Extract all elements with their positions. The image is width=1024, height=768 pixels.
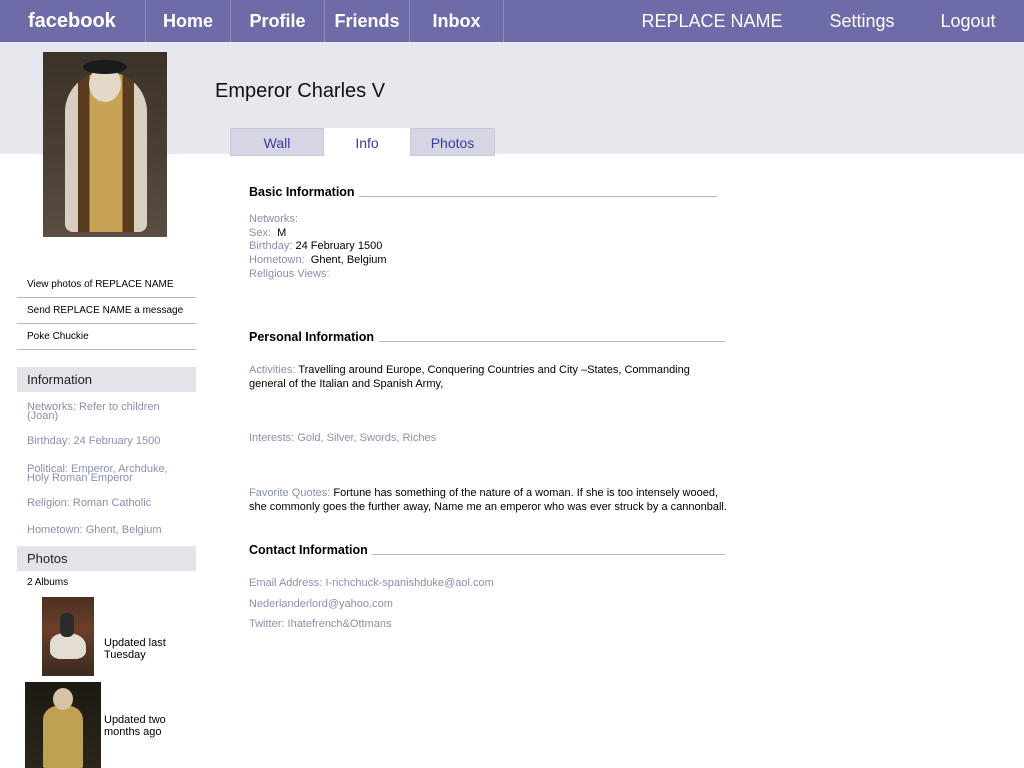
sidebar-religion-value: Roman Catholic	[72, 497, 152, 509]
sidebar-religion: Religion: Roman Catholic	[27, 497, 187, 509]
section-divider	[372, 554, 725, 555]
send-message-link[interactable]: Send REPLACE NAME a message	[17, 298, 196, 324]
hometown-value: Ghent, Belgium	[310, 254, 387, 266]
profile-picture[interactable]	[43, 52, 167, 237]
hometown-label: Hometown:	[249, 254, 305, 266]
nav-home[interactable]: Home	[146, 0, 230, 42]
poke-link[interactable]: Poke Chuckie	[17, 324, 196, 350]
religious-views-row: Religious Views:	[249, 268, 330, 282]
sidebar-political: Political: Emperor, Archduke, Holy Roman…	[27, 464, 187, 484]
nav-logout[interactable]: Logout	[928, 0, 1008, 42]
email-value[interactable]: I-richchuck-spanishduke@aol.com	[325, 577, 493, 589]
thumbnail-figure	[43, 706, 83, 768]
sidebar-birthday: Birthday: 24 February 1500	[27, 435, 187, 447]
email-label: Email Address:	[249, 577, 323, 589]
top-navigation-bar: facebook Home Profile Friends Inbox REPL…	[0, 0, 1024, 42]
interests-label: Interests:	[249, 432, 295, 444]
tab-info[interactable]: Info	[324, 128, 410, 156]
sidebar-religion-label: Religion:	[27, 497, 70, 509]
twitter-value[interactable]: Ihatefrench&Ottmans	[288, 618, 392, 630]
email2-value[interactable]: Nederlanderlord@yahoo.com	[249, 598, 393, 610]
section-divider	[359, 196, 717, 197]
sex-label: Sex:	[249, 227, 272, 239]
contact-information-title: Contact Information	[249, 543, 368, 557]
nav-user-name[interactable]: REPLACE NAME	[632, 0, 792, 42]
thumbnail-head	[53, 688, 73, 710]
album-caption: Updated last Tuesday	[104, 637, 166, 661]
nav-profile[interactable]: Profile	[231, 0, 324, 42]
sex-row: Sex: M	[249, 227, 286, 241]
sidebar-birthday-label: Birthday:	[27, 435, 71, 447]
favorite-quotes-label: Favorite Quotes:	[249, 487, 331, 499]
albums-count[interactable]: 2 Albums	[27, 577, 68, 588]
sidebar-hometown-value: Ghent, Belgium	[85, 524, 162, 536]
activities-label: Activities:	[249, 364, 296, 376]
sidebar-birthday-value: 24 February 1500	[73, 435, 161, 447]
sidebar-hometown: Hometown: Ghent, Belgium	[27, 524, 187, 536]
album-thumbnail[interactable]	[42, 597, 94, 676]
interests-value: Gold, Silver, Swords, Riches	[297, 432, 437, 444]
section-divider	[379, 341, 725, 342]
twitter-label: Twitter:	[249, 618, 285, 630]
nav-divider	[503, 0, 504, 42]
nav-friends[interactable]: Friends	[325, 0, 409, 42]
album-thumbnail[interactable]	[25, 682, 101, 768]
profile-name: Emperor Charles V	[215, 80, 386, 102]
facebook-logo[interactable]: facebook	[28, 0, 116, 42]
religious-views-label: Religious Views:	[249, 268, 330, 280]
tab-wall[interactable]: Wall	[230, 128, 324, 156]
activities-row: Activities: Travelling around Europe, Co…	[249, 364, 729, 391]
networks-row: Networks:	[249, 213, 298, 227]
sidebar-networks: Networks: Refer to children (Joan)	[27, 402, 187, 422]
hometown-row: Hometown: Ghent, Belgium	[249, 254, 387, 268]
sex-value: M	[277, 227, 287, 239]
tab-photos[interactable]: Photos	[410, 128, 495, 156]
nav-inbox[interactable]: Inbox	[410, 0, 503, 42]
portrait-hat	[83, 60, 127, 74]
interests-row: Interests: Gold, Silver, Swords, Riches	[249, 432, 729, 446]
information-heading: Information	[17, 367, 196, 392]
favorite-quotes-row: Favorite Quotes: Fortune has something o…	[249, 487, 729, 514]
email-row: Email Address: I-richchuck-spanishduke@a…	[249, 577, 494, 591]
birthday-row: Birthday: 24 February 1500	[249, 240, 382, 254]
sidebar-hometown-label: Hometown:	[27, 524, 83, 536]
birthday-value: 24 February 1500	[295, 240, 383, 252]
album-caption: Updated two months ago	[104, 714, 166, 738]
birthday-label: Birthday:	[249, 240, 293, 252]
personal-information-title: Personal Information	[249, 330, 375, 344]
basic-information-title: Basic Information	[249, 185, 355, 199]
nav-settings[interactable]: Settings	[818, 0, 906, 42]
networks-label: Networks:	[249, 213, 298, 225]
view-photos-link[interactable]: View photos of REPLACE NAME	[17, 272, 196, 298]
activities-value: Travelling around Europe, Conquering Cou…	[249, 364, 690, 390]
photos-heading: Photos	[17, 546, 196, 571]
email2-row: Nederlanderlord@yahoo.com	[249, 598, 393, 612]
twitter-row: Twitter: Ihatefrench&Ottmans	[249, 618, 391, 632]
thumbnail-rider	[60, 613, 74, 637]
